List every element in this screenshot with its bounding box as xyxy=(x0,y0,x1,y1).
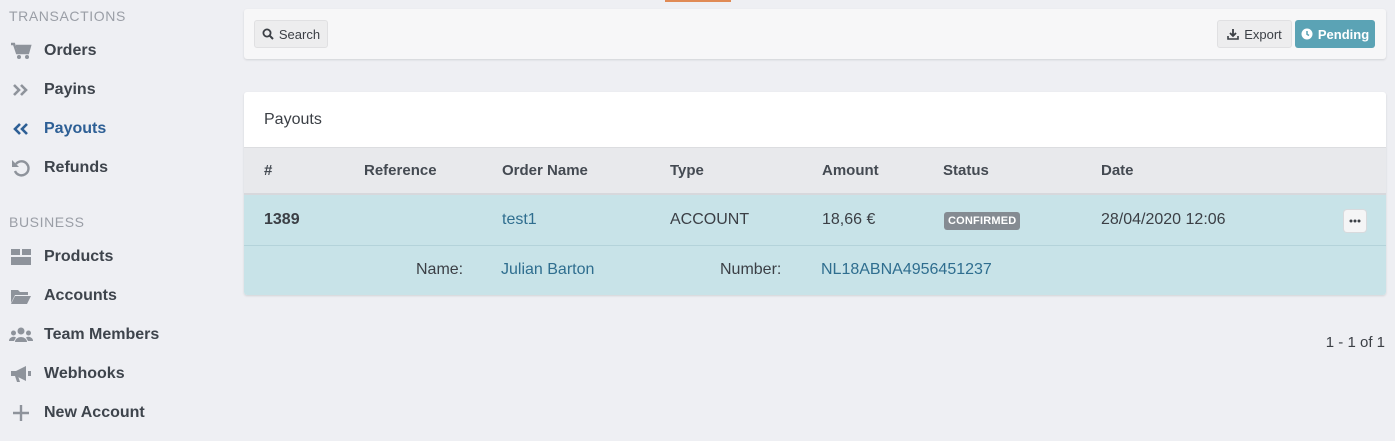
status-badge: CONFIRMED xyxy=(944,212,1021,230)
sidebar-item-label: Accounts xyxy=(44,287,117,304)
sidebar-item-label: Payouts xyxy=(44,120,107,137)
toolbar: Search Export Pending xyxy=(244,9,1386,59)
sidebar-item-payins[interactable]: Payins xyxy=(9,76,96,104)
ellipsis-icon xyxy=(1349,219,1361,223)
payout-date: 28/04/2020 12:06 xyxy=(1101,211,1226,228)
column-header-reference[interactable]: Reference xyxy=(364,162,437,179)
plus-icon xyxy=(9,403,33,423)
export-button[interactable]: Export xyxy=(1217,20,1292,48)
sidebar-item-label: New Account xyxy=(44,404,145,421)
sidebar-item-label: Webhooks xyxy=(44,365,125,382)
column-header-order-name[interactable]: Order Name xyxy=(502,162,588,179)
undo-icon xyxy=(9,158,33,178)
box-icon xyxy=(9,247,33,267)
double-chevron-right-icon xyxy=(9,80,33,100)
table-header: # Reference Order Name Type Amount Statu… xyxy=(244,147,1386,195)
row-actions-button[interactable] xyxy=(1344,210,1366,232)
column-header-number[interactable]: # xyxy=(264,162,272,179)
detail-number-label: Number: xyxy=(720,261,782,278)
column-header-type[interactable]: Type xyxy=(670,162,704,179)
pagination-info: 1 - 1 of 1 xyxy=(1325,334,1385,351)
sidebar-item-webhooks[interactable]: Webhooks xyxy=(9,360,125,388)
search-icon xyxy=(262,28,274,40)
download-icon xyxy=(1227,29,1240,40)
sidebar-item-label: Team Members xyxy=(44,326,160,343)
top-accent-bar xyxy=(665,0,731,2)
sidebar-item-new-account[interactable]: New Account xyxy=(9,399,145,427)
pending-button-label: Pending xyxy=(1317,26,1370,42)
sidebar-item-team-members[interactable]: Team Members xyxy=(9,321,159,349)
sidebar-item-refunds[interactable]: Refunds xyxy=(9,154,108,182)
order-name-link[interactable]: test1 xyxy=(502,211,537,229)
table-row[interactable]: 1389 test1 ACCOUNT 18,66 € CONFIRMED 28/… xyxy=(244,195,1386,246)
section-title-transactions: TRANSACTIONS xyxy=(9,8,126,24)
payout-id: 1389 xyxy=(264,211,300,228)
sidebar-item-orders[interactable]: Orders xyxy=(9,37,96,65)
double-chevron-left-icon xyxy=(9,119,33,139)
payouts-card: Payouts # Reference Order Name Type Amou… xyxy=(244,92,1386,295)
detail-number-value: NL18ABNA4956451237 xyxy=(821,261,992,278)
sidebar-item-label: Payins xyxy=(44,81,96,98)
table-row-detail: Name: Julian Barton Number: NL18ABNA4956… xyxy=(244,246,1386,295)
payout-amount: 18,66 € xyxy=(822,211,876,228)
sidebar-item-payouts[interactable]: Payouts xyxy=(9,115,106,143)
column-header-status[interactable]: Status xyxy=(943,162,989,179)
section-title-business: BUSINESS xyxy=(9,214,85,230)
sidebar-item-label: Refunds xyxy=(44,159,108,176)
cart-icon xyxy=(9,41,33,61)
clock-icon xyxy=(1301,28,1313,40)
detail-name-label: Name: xyxy=(416,261,464,278)
sidebar-item-accounts[interactable]: Accounts xyxy=(9,282,117,310)
users-icon xyxy=(9,325,33,345)
sidebar-item-products[interactable]: Products xyxy=(9,243,113,271)
export-button-label: Export xyxy=(1244,26,1282,42)
column-header-amount[interactable]: Amount xyxy=(822,162,879,179)
detail-name-value: Julian Barton xyxy=(501,261,595,278)
pending-button[interactable]: Pending xyxy=(1295,20,1375,48)
megaphone-icon xyxy=(9,364,33,384)
search-button[interactable]: Search xyxy=(254,20,328,48)
payout-type: ACCOUNT xyxy=(670,211,750,228)
sidebar-item-label: Orders xyxy=(44,42,97,59)
sidebar: TRANSACTIONS Orders Payins Payouts Refun… xyxy=(0,0,230,441)
sidebar-item-label: Products xyxy=(44,248,114,265)
folder-open-icon xyxy=(9,286,33,306)
search-button-label: Search xyxy=(278,26,321,42)
card-title: Payouts xyxy=(264,111,322,128)
column-header-date[interactable]: Date xyxy=(1101,162,1134,179)
